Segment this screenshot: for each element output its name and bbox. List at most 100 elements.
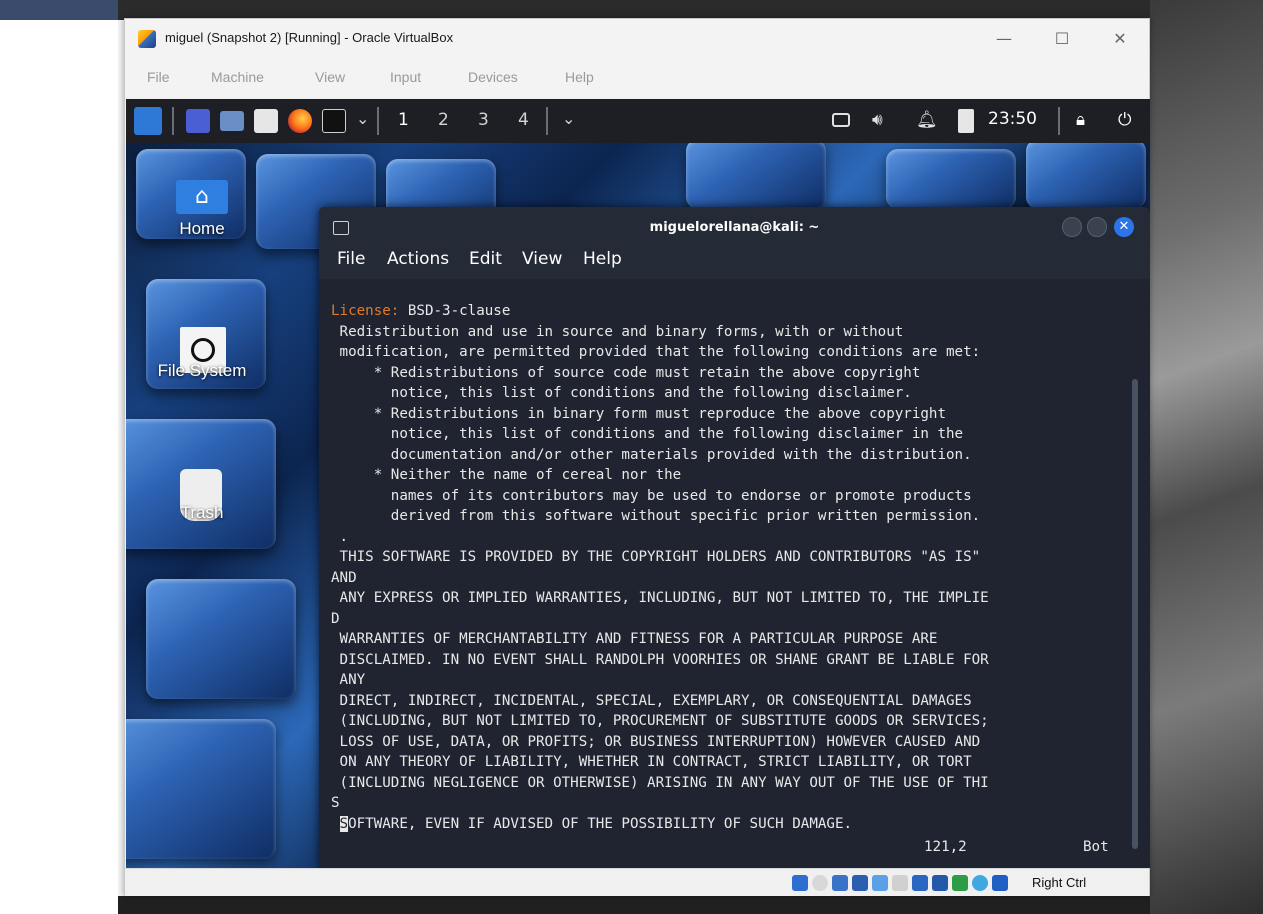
show-desktop-icon[interactable] — [186, 109, 210, 133]
license-key: License: — [331, 303, 400, 319]
desktop-icon-label-trash[interactable]: Trash — [146, 503, 258, 523]
menu-file[interactable]: File — [147, 69, 170, 85]
optical-drive-icon[interactable] — [812, 875, 828, 891]
terminal-menu-view[interactable]: View — [522, 249, 562, 269]
terminal-line: documentation and/or other materials pro… — [331, 446, 972, 463]
minimize-button[interactable]: — — [981, 25, 1027, 53]
host-taskbar-fragment — [0, 0, 118, 20]
kali-menu-icon[interactable] — [134, 107, 162, 135]
terminal-close-button[interactable]: ✕ — [1114, 217, 1134, 237]
wallpaper-cube — [126, 719, 276, 859]
keyboard-capture-icon[interactable] — [992, 875, 1008, 891]
file-manager-icon[interactable] — [220, 111, 244, 131]
vbox-status-bar: Right Ctrl — [125, 868, 1149, 896]
terminal-line: * Neither the name of cereal nor the — [331, 467, 682, 483]
workspace-3[interactable]: 3 — [478, 110, 489, 130]
audio-icon[interactable] — [832, 875, 848, 891]
terminal-menu-actions[interactable]: Actions — [387, 249, 449, 269]
hard-disk-icon[interactable] — [792, 875, 808, 891]
logout-icon[interactable]: ⏻ — [1118, 110, 1131, 130]
terminal-line: * Redistributions in binary form must re… — [331, 405, 946, 422]
terminal-line: (INCLUDING, BUT NOT LIMITED TO, PROCUREM… — [331, 713, 989, 729]
video-capture-icon[interactable] — [932, 875, 948, 891]
wallpaper-cube — [146, 579, 296, 699]
battery-icon[interactable] — [958, 109, 974, 133]
terminal-line: ANY EXPRESS OR IMPLIED WARRANTIES, INCLU… — [331, 590, 989, 606]
terminal-line: WARRANTIES OF MERCHANTABILITY AND FITNES… — [331, 631, 938, 647]
terminal-line: LOSS OF USE, DATA, OR PROFITS; OR BUSINE… — [331, 733, 981, 750]
wallpaper-cube — [886, 149, 1016, 209]
terminal-line: DISCLAIMED. IN NO EVENT SHALL RANDOLPH V… — [331, 651, 989, 668]
virtualbox-window: miguel (Snapshot 2) [Running] - Oracle V… — [124, 18, 1150, 896]
desktop-icon-label-home[interactable]: Home — [146, 219, 258, 239]
panel-separator — [377, 107, 379, 135]
menu-view[interactable]: View — [315, 69, 345, 85]
host-background-bottom — [118, 896, 1150, 914]
vbox-title-bar[interactable]: miguel (Snapshot 2) [Running] - Oracle V… — [125, 19, 1149, 59]
usb-icon[interactable] — [872, 875, 888, 891]
host-background-left — [0, 0, 118, 914]
text-cursor: S — [339, 815, 349, 832]
panel-separator — [1058, 107, 1060, 135]
network-icon[interactable] — [852, 875, 868, 891]
terminal-line: notice, this list of conditions and the … — [331, 385, 912, 401]
chevron-down-icon[interactable]: ⌄ — [562, 109, 575, 128]
shared-folders-icon[interactable] — [892, 875, 908, 891]
host-wallpaper-right — [1150, 0, 1263, 914]
display-status-icon[interactable] — [912, 875, 928, 891]
terminal-line: S — [331, 795, 340, 811]
notification-bell-icon[interactable]: 🔔︎ — [916, 110, 938, 130]
cpu-icon[interactable] — [952, 875, 968, 891]
workspace-4[interactable]: 4 — [518, 110, 529, 130]
terminal-output[interactable]: License: BSD-3-clause Redistribution and… — [331, 301, 1131, 861]
license-value: BSD-3-clause — [399, 303, 511, 319]
terminal-line: DIRECT, INDIRECT, INCIDENTAL, SPECIAL, E… — [331, 692, 972, 709]
terminal-menu-help[interactable]: Help — [583, 249, 622, 269]
firefox-icon[interactable] — [288, 109, 312, 133]
volume-icon[interactable]: 🔊︎ — [872, 110, 883, 130]
terminal-menu-edit[interactable]: Edit — [469, 249, 502, 269]
terminal-line: OFTWARE, EVEN IF ADVISED OF THE POSSIBIL… — [348, 815, 853, 832]
guest-screen[interactable]: ⌄ 1 2 3 4 ⌄ 🔊︎ 🔔︎ 23:50 🔒︎ ⏻ ⌂ Home File… — [126, 99, 1150, 868]
pager-scroll-state: Bot — [1083, 839, 1109, 855]
terminal-line: * Redistributions of source code must re… — [331, 364, 921, 381]
wallpaper-cube — [1026, 139, 1146, 209]
chevron-down-icon[interactable]: ⌄ — [356, 109, 369, 128]
terminal-menu-bar: File Actions Edit View Help — [319, 247, 1150, 279]
pager-position: 121,2 — [924, 839, 967, 855]
terminal-line: D — [331, 610, 340, 627]
menu-devices[interactable]: Devices — [468, 69, 518, 85]
disk-circle-icon — [191, 338, 215, 362]
menu-machine[interactable]: Machine — [211, 69, 264, 85]
panel-clock[interactable]: 23:50 — [988, 109, 1037, 129]
lock-icon[interactable]: 🔒︎ — [1076, 110, 1085, 130]
panel-separator — [172, 107, 174, 135]
terminal-launcher-icon[interactable] — [322, 109, 346, 133]
terminal-minimize-button[interactable] — [1062, 217, 1082, 237]
terminal-window[interactable]: miguelorellana@kali: ~ ✕ File Actions Ed… — [319, 207, 1150, 868]
menu-input[interactable]: Input — [390, 69, 421, 85]
vbox-window-title: miguel (Snapshot 2) [Running] - Oracle V… — [165, 30, 454, 45]
workspace-1[interactable]: 1 — [398, 110, 409, 130]
terminal-line: names of its contributors may be used to… — [331, 487, 972, 504]
menu-help[interactable]: Help — [565, 69, 594, 85]
terminal-line: derived from this software without speci… — [331, 508, 981, 524]
terminal-line: ON ANY THEORY OF LIABILITY, WHETHER IN C… — [331, 754, 972, 770]
terminal-scrollbar[interactable] — [1132, 379, 1138, 849]
mouse-integration-icon[interactable] — [972, 875, 988, 891]
desktop-icon-label-file-system[interactable]: File System — [126, 361, 278, 381]
terminal-line: AND — [331, 569, 357, 586]
home-folder-icon[interactable]: ⌂ — [176, 180, 228, 214]
vbox-menu-bar: File Machine View Input Devices Help — [125, 59, 1149, 97]
terminal-line: modification, are permitted provided tha… — [331, 344, 981, 360]
text-editor-icon[interactable] — [254, 109, 278, 133]
terminal-maximize-button[interactable] — [1087, 217, 1107, 237]
close-button[interactable]: ✕ — [1097, 25, 1143, 53]
maximize-button[interactable]: ☐ — [1039, 25, 1085, 53]
terminal-title-bar[interactable]: miguelorellana@kali: ~ ✕ — [319, 207, 1150, 247]
terminal-menu-file[interactable]: File — [337, 249, 365, 269]
terminal-line: THIS SOFTWARE IS PROVIDED BY THE COPYRIG… — [331, 549, 981, 565]
display-icon[interactable] — [832, 113, 850, 127]
workspace-2[interactable]: 2 — [438, 110, 449, 130]
terminal-title: miguelorellana@kali: ~ — [649, 220, 820, 235]
